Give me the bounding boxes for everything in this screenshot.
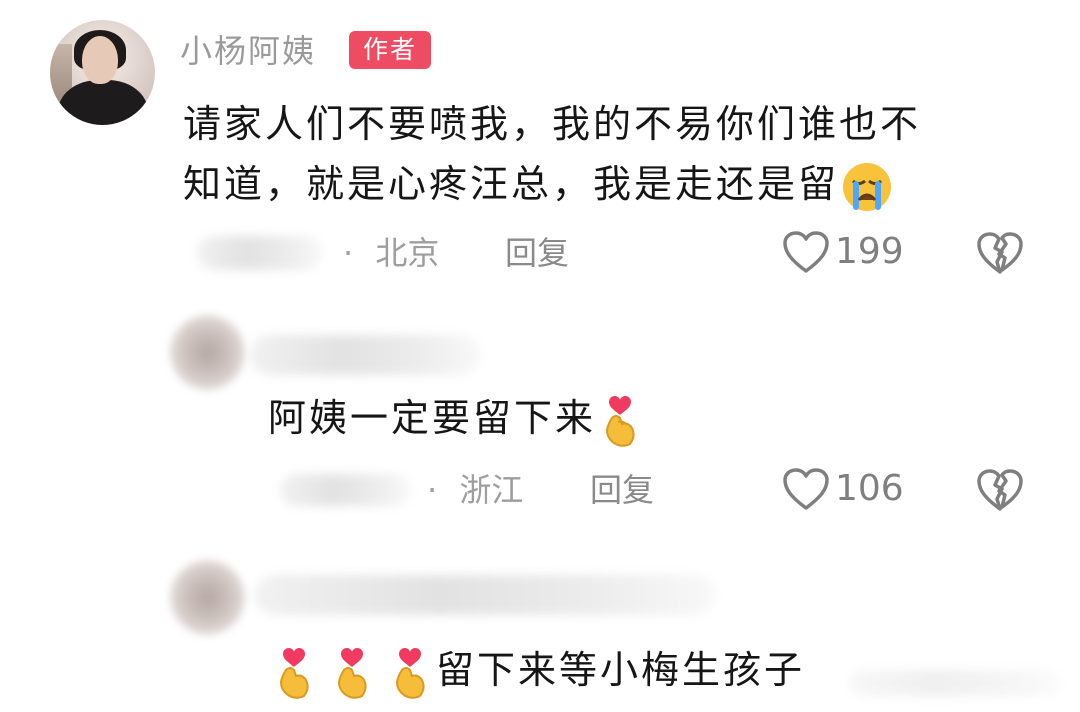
comment-text-content: 留下来等小梅生孩子 xyxy=(436,648,806,692)
like-button[interactable]: 199 xyxy=(781,228,904,276)
dislike-icon[interactable] xyxy=(975,465,1025,513)
blurred-watermark xyxy=(850,670,1060,696)
comment-text-line-2-text: 知道，就是心疼汪总，我是走还是留 xyxy=(183,162,840,206)
heart-hand-icon xyxy=(606,395,635,447)
meta-separator: · xyxy=(427,471,438,509)
blurred-commenter-name xyxy=(250,335,480,375)
commenter-avatar[interactable] xyxy=(170,560,245,635)
comment-text-line-1: 请家人们不要喷我，我的不易你们谁也不 xyxy=(183,102,922,146)
author-name[interactable]: 小杨阿姨 xyxy=(180,28,316,74)
comment-meta-2: · 浙江 xyxy=(427,466,523,514)
reply-button[interactable]: 回复 xyxy=(505,229,569,277)
heart-hand-icon xyxy=(395,647,425,699)
location-text: 北京 xyxy=(375,234,440,272)
blurred-commenter-name xyxy=(255,575,715,615)
like-count: 106 xyxy=(835,468,904,509)
comment-text-content: 阿姨一定要留下来 xyxy=(268,396,597,440)
location-text: 浙江 xyxy=(459,471,524,509)
comment-text-line-2: 知道，就是心疼汪总，我是走还是留 xyxy=(183,154,893,214)
heart-hand-icon xyxy=(337,647,367,699)
dislike-icon[interactable] xyxy=(975,228,1025,276)
blurred-timestamp xyxy=(197,236,322,270)
comment-text: 留下来等小梅生孩子 xyxy=(272,640,805,700)
heart-icon xyxy=(783,468,829,510)
like-button[interactable]: 106 xyxy=(781,465,904,513)
commenter-avatar[interactable] xyxy=(170,315,245,390)
author-badge: 作者 xyxy=(349,31,431,69)
reply-button[interactable]: 回复 xyxy=(590,466,654,514)
crying-face-icon xyxy=(843,162,892,211)
comment-text: 阿姨一定要留下来 xyxy=(268,388,642,448)
comment-meta-1: · 北京 xyxy=(343,229,439,277)
heart-icon xyxy=(783,231,829,273)
author-avatar[interactable] xyxy=(50,20,155,125)
blurred-timestamp xyxy=(280,474,410,506)
meta-separator: · xyxy=(343,234,354,272)
heart-hand-icon xyxy=(279,647,309,699)
like-count: 199 xyxy=(835,231,904,272)
